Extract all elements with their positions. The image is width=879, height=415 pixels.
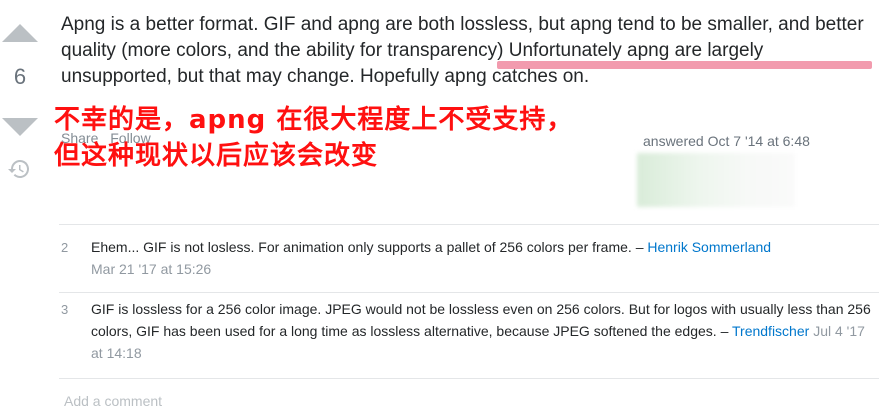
history-icon[interactable] (7, 157, 31, 181)
answer-signature: answered Oct 7 '14 at 6:48 (643, 133, 810, 149)
chinese-annotation: 不幸的是，apng 在很大程度上不受支持， 但这种现状以后应该会改变 (54, 102, 573, 174)
comment-user-link[interactable]: Henrik Sommerland (647, 239, 771, 255)
annotation-line-1: 不幸的是，apng 在很大程度上不受支持， (54, 105, 574, 135)
comment-body: GIF is lossless for a 256 color image. J… (91, 298, 879, 364)
blurred-user-card (637, 153, 795, 207)
add-comment-link[interactable]: Add a comment (59, 378, 879, 409)
highlight-marker (497, 61, 872, 69)
upvote-button[interactable] (2, 24, 38, 42)
answer-body: Apng is a better format. GIF and apng ar… (61, 12, 873, 90)
comment-item: 3 GIF is lossless for a 256 color image.… (59, 292, 879, 378)
answer-text-end: , but that may change. Hopefully apng ca… (166, 66, 590, 87)
downvote-button[interactable] (2, 118, 38, 136)
annotation-line-2: 但这种现状以后应该会改变 (54, 141, 379, 171)
vote-count: 6 (13, 64, 27, 89)
comment-score: 3 (61, 302, 69, 317)
comment-body: Ehem... GIF is not losless. For animatio… (91, 236, 879, 280)
comment-user-link[interactable]: Trendfischer (732, 323, 809, 339)
comment-score: 2 (61, 240, 69, 255)
comment-item: 2 Ehem... GIF is not losless. For animat… (59, 224, 879, 292)
comment-date[interactable]: Mar 21 '17 at 15:26 (91, 261, 211, 277)
comments-list: 2 Ehem... GIF is not losless. For animat… (59, 224, 879, 409)
comment-text: Ehem... GIF is not losless. For animatio… (91, 239, 648, 255)
